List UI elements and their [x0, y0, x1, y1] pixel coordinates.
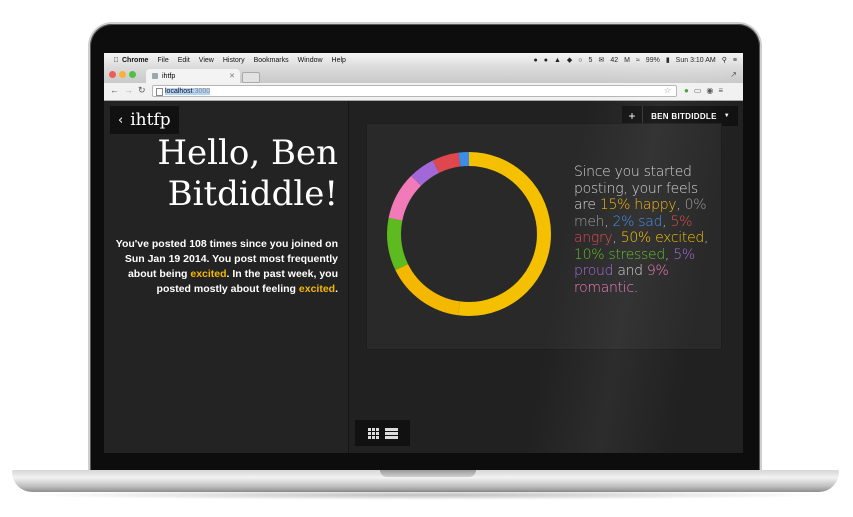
extension-green-icon[interactable]: ●: [684, 86, 689, 95]
favicon-icon: [152, 73, 158, 79]
tab-strip: ihtfp ✕ ↗: [104, 67, 743, 83]
summary-highlight-2: excited: [298, 283, 336, 295]
close-window-button[interactable]: [109, 71, 116, 78]
url-host: localhost: [165, 87, 193, 95]
apple-icon[interactable]: : [110, 57, 122, 64]
menu-file[interactable]: File: [157, 57, 168, 64]
dropbox-icon[interactable]: ◆: [567, 56, 572, 64]
menu-view[interactable]: View: [199, 57, 214, 64]
reload-icon[interactable]: ↻: [138, 85, 146, 96]
forward-arrow-icon[interactable]: →: [124, 85, 133, 95]
extension-globe-icon[interactable]: ◉: [706, 86, 713, 95]
tab-title: ihtfp: [162, 72, 176, 80]
mail-count: 42: [610, 56, 619, 64]
battery-icon[interactable]: ▮: [666, 56, 670, 64]
view-toggle: [355, 420, 410, 446]
chevron-left-icon: ‹: [118, 112, 124, 128]
profile-pane: ‹ ihtfp Hello, Ben Bitdiddle! You've pos…: [104, 101, 349, 453]
mail-icon[interactable]: ✉: [598, 56, 604, 64]
feels-donut-chart: [387, 152, 551, 316]
feels-card: Since you started posting, your feels ar…: [366, 123, 722, 350]
tab-close-icon[interactable]: ✕: [229, 72, 235, 80]
menu-bookmarks[interactable]: Bookmarks: [254, 57, 289, 64]
toolbar: ← → ↻ localhost:3000 ☆ ● ▭ ◉ ≡: [104, 83, 743, 101]
user-name: BEN BITDIDDLE: [651, 111, 717, 121]
menu-history[interactable]: History: [223, 57, 245, 64]
zoom-window-button[interactable]: [129, 71, 136, 78]
window-controls: [109, 71, 136, 78]
sync-icon[interactable]: ○: [578, 57, 582, 64]
menu-app-name[interactable]: Chrome: [122, 57, 148, 64]
feel-happy: 15% happy: [599, 197, 677, 213]
list-view-icon[interactable]: [384, 427, 398, 439]
evernote-icon[interactable]: ●: [544, 57, 548, 64]
chrome-menu-icon[interactable]: ≡: [718, 86, 723, 95]
laptop-shadow: [20, 490, 832, 500]
post-summary: You've posted 108 times since you joined…: [108, 237, 338, 297]
spotlight-icon[interactable]: ⚲: [722, 56, 727, 64]
gmail-icon[interactable]: M: [624, 57, 630, 64]
address-bar[interactable]: localhost:3000 ☆: [152, 85, 677, 97]
home-back-button[interactable]: ‹ ihtfp: [110, 106, 179, 134]
mac-menubar:  Chrome File Edit View History Bookmark…: [104, 53, 743, 67]
skype-icon[interactable]: ●: [534, 57, 538, 64]
browser-tab[interactable]: ihtfp ✕: [146, 69, 240, 83]
feel-stressed: 10% stressed: [574, 246, 665, 263]
feels-breakdown: Since you started posting, your feels ar…: [574, 164, 709, 296]
app-root: ‹ ihtfp Hello, Ben Bitdiddle! You've pos…: [104, 101, 743, 453]
minimize-window-button[interactable]: [119, 71, 126, 78]
menu-window[interactable]: Window: [298, 57, 323, 64]
screen:  Chrome File Edit View History Bookmark…: [104, 53, 743, 453]
caret-down-icon: ▼: [723, 113, 730, 119]
summary-text-3: .: [335, 283, 338, 295]
new-tab-button[interactable]: [242, 72, 260, 83]
cast-icon[interactable]: ▭: [694, 86, 702, 95]
bookmark-star-icon[interactable]: ☆: [664, 86, 671, 95]
status-badge[interactable]: 5: [589, 57, 593, 64]
menu-edit[interactable]: Edit: [178, 57, 190, 64]
back-arrow-icon[interactable]: ←: [110, 85, 119, 95]
grid-view-icon[interactable]: [367, 427, 379, 439]
extensions: ● ▭ ◉ ≡: [684, 86, 723, 95]
clock[interactable]: Sun 3:10 AM: [676, 57, 716, 64]
summary-highlight-1: excited: [190, 268, 227, 280]
page-icon: [156, 88, 163, 96]
drive-icon[interactable]: ▲: [554, 57, 561, 64]
feel-excited: 50% excited: [620, 230, 705, 246]
url-port: :3000: [192, 87, 211, 95]
back-label: ihtfp: [130, 110, 171, 130]
feel-sad: 2% sad: [612, 213, 663, 230]
menubar-status: ● ● ▲ ◆ ○ 5 ✉ 42 M ≈ 99% ▮ Sun 3:10 AM ⚲…: [534, 56, 744, 65]
menu-help[interactable]: Help: [332, 57, 346, 64]
laptop-notch: [380, 470, 476, 477]
fullscreen-icon[interactable]: ↗: [730, 70, 737, 79]
greeting-heading: Hello, Ben Bitdiddle!: [157, 133, 338, 214]
wifi-icon[interactable]: ≈: [636, 57, 640, 64]
battery-percent: 99%: [645, 56, 660, 64]
notification-center-icon[interactable]: ≡: [733, 57, 737, 64]
